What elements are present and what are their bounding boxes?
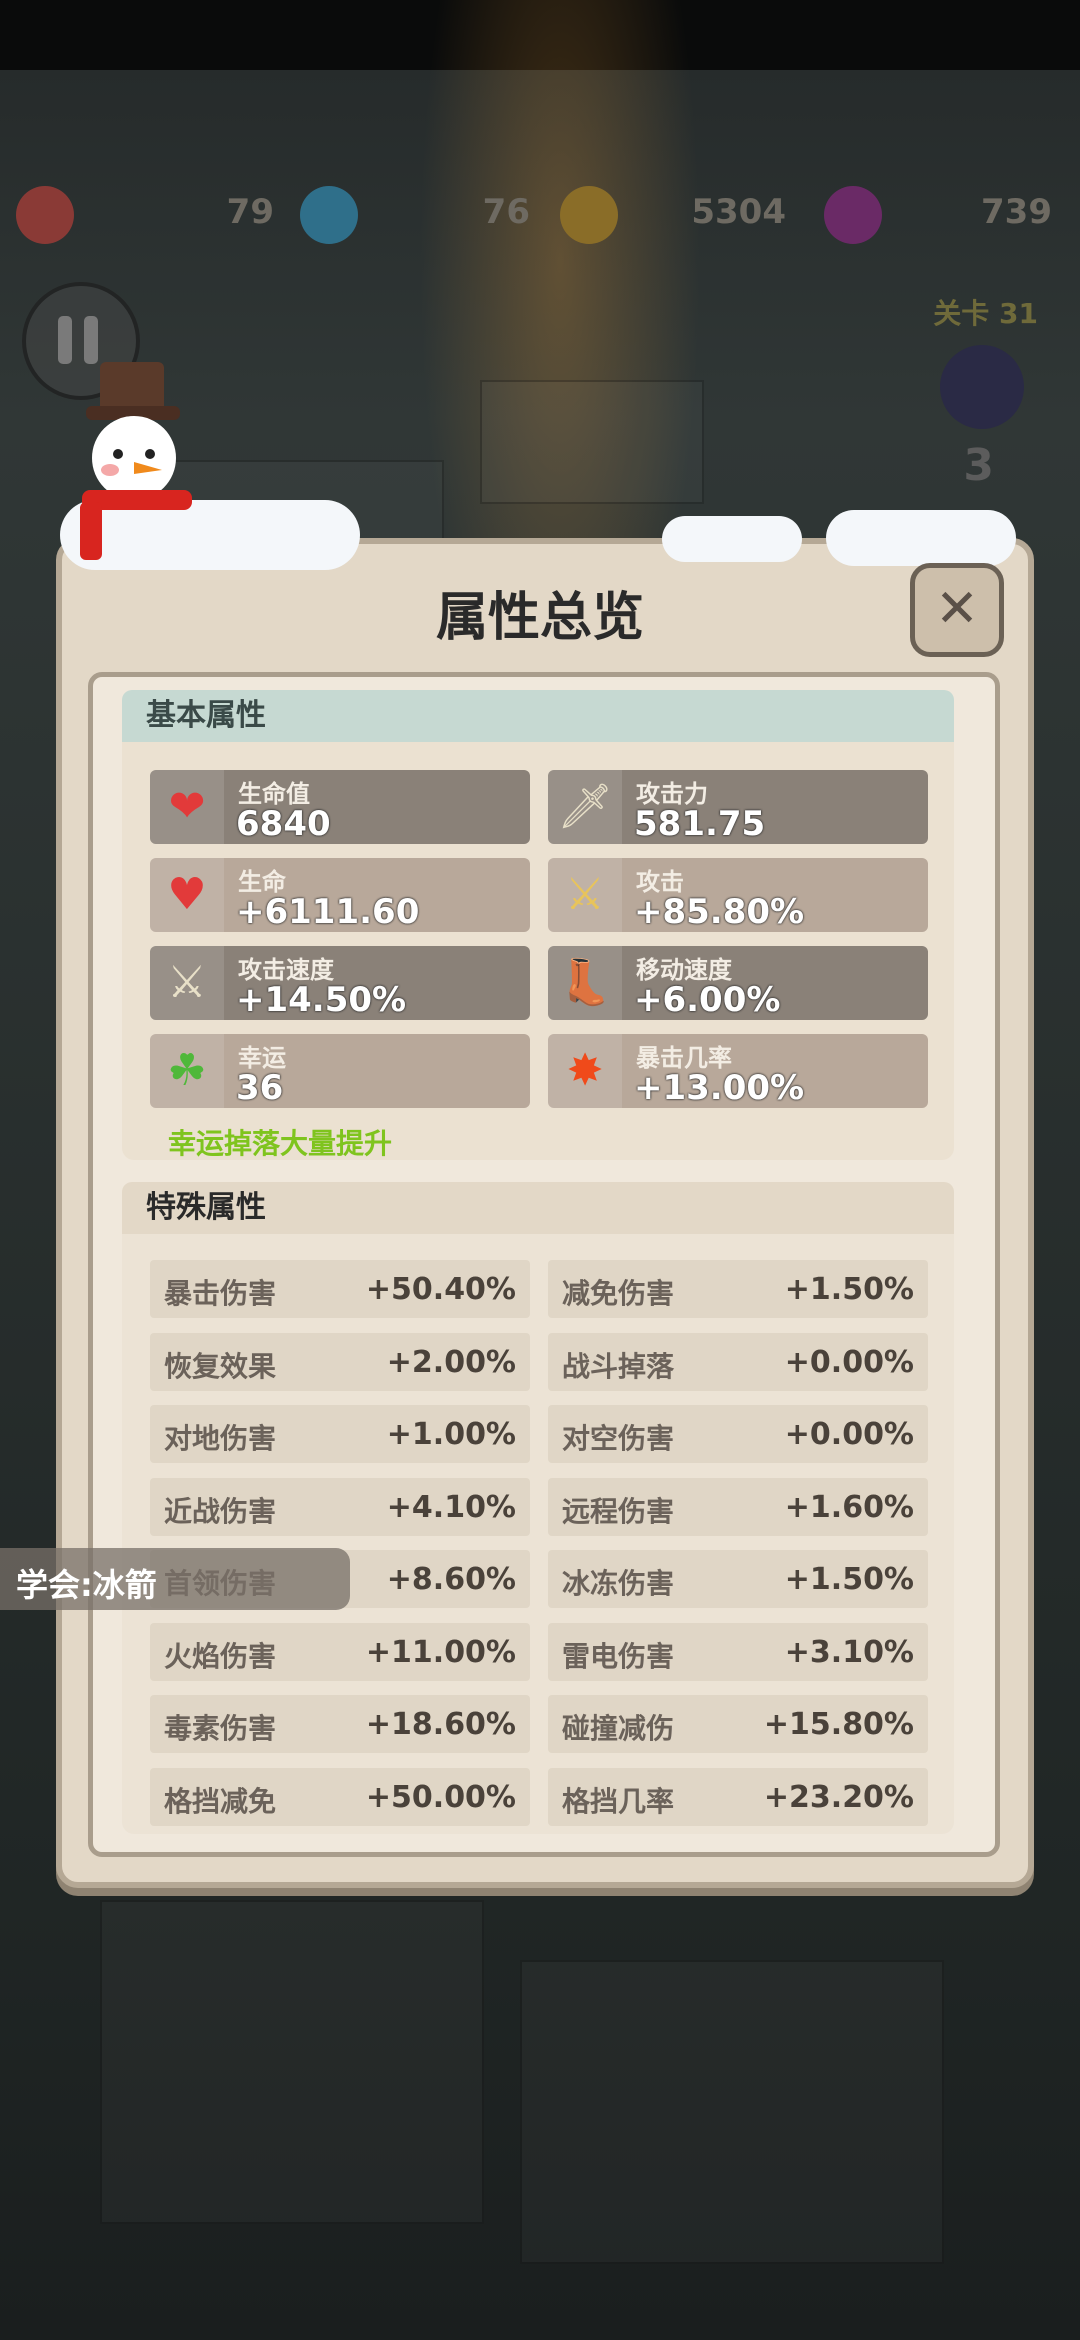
demon-icon — [940, 345, 1024, 429]
special-stat-value: +1.00% — [386, 1417, 516, 1452]
stage-label: 关卡 31 — [933, 297, 1038, 330]
special-stat-row: 减免伤害 +1.50% — [548, 1260, 928, 1318]
special-stat-value: +0.00% — [784, 1417, 914, 1452]
special-stat-name: 冰冻伤害 — [562, 1567, 675, 1600]
special-stat-value: +50.40% — [365, 1272, 516, 1307]
basic-stat: ✸ 暴击几率 +13.00% — [548, 1034, 928, 1108]
gold-coin-count: 5304 — [691, 192, 786, 232]
basic-stat: 👢 移动速度 +6.00% — [548, 946, 928, 1020]
special-stat-row: 雷电伤害 +3.10% — [548, 1622, 928, 1681]
hud-red-gem: 79 — [16, 180, 286, 250]
sword-icon: 🗡 — [548, 770, 622, 844]
basic-stat-value: +85.80% — [634, 892, 805, 932]
basic-stat-value: 36 — [236, 1068, 284, 1108]
basic-stat: ⚔ 攻击 +85.80% — [548, 858, 928, 932]
hud-purple-crystal: 739 — [820, 180, 1070, 250]
basic-attributes-header: 基本属性 — [122, 690, 954, 742]
sword-gold-icon: ⚔ — [548, 858, 622, 932]
special-stat-name: 战斗掉落 — [562, 1349, 675, 1383]
special-stat-row: 对空伤害 +0.00% — [548, 1405, 928, 1463]
special-stat-name: 格挡减免 — [164, 1784, 277, 1818]
special-stat-value: +1.50% — [784, 1272, 914, 1307]
special-stat-name: 减免伤害 — [562, 1277, 675, 1310]
basic-stat-value: +13.00% — [634, 1068, 805, 1108]
basic-stat-value: 6840 — [236, 804, 331, 844]
special-stat-row: 暴击伤害 +50.40% — [150, 1260, 530, 1318]
special-stat-name: 对空伤害 — [562, 1422, 675, 1455]
special-stat-name: 雷电伤害 — [562, 1639, 675, 1673]
special-stat-value: +50.00% — [365, 1779, 516, 1815]
special-stat-name: 格挡几率 — [562, 1784, 675, 1818]
basic-stat: ⚔ 攻击速度 +14.50% — [150, 946, 530, 1020]
special-stat-value: +4.10% — [386, 1489, 516, 1525]
purple-crystal-count: 739 — [981, 192, 1052, 232]
special-stat-value: +0.00% — [784, 1344, 914, 1380]
purple-crystal-icon — [824, 186, 882, 244]
special-stat-row: 近战伤害 +4.10% — [150, 1477, 530, 1536]
basic-stat-value: +14.50% — [236, 980, 407, 1020]
basic-stat: ☘ 幸运 36 — [150, 1034, 530, 1108]
pause-icon — [84, 316, 98, 364]
special-stat-value: +1.60% — [784, 1489, 914, 1525]
winged-sword-icon: ⚔ — [150, 946, 224, 1020]
snowman-icon — [80, 362, 192, 560]
special-stat-value: +15.80% — [763, 1707, 914, 1742]
special-stat-value: +1.50% — [784, 1562, 914, 1597]
special-stat-row: 恢复效果 +2.00% — [150, 1332, 530, 1391]
hud-gold-coin: 5304 — [556, 180, 806, 250]
toast-text: 学会:冰箭 — [16, 1566, 157, 1604]
basic-stat: ♥ 生命 +6111.60 — [150, 858, 530, 932]
heart-icon: ❤ — [150, 770, 224, 844]
snow-cap — [662, 516, 802, 562]
basic-stat-value: +6111.60 — [236, 892, 420, 932]
special-stat-row: 冰冻伤害 +1.50% — [548, 1550, 928, 1608]
special-attributes-header: 特殊属性 — [122, 1182, 954, 1234]
blue-orb-count: 76 — [482, 192, 530, 232]
special-stat-row: 火焰伤害 +11.00% — [150, 1622, 530, 1681]
special-stat-row: 对地伤害 +1.00% — [150, 1405, 530, 1463]
skill-learned-toast: 学会:冰箭 — [0, 1548, 350, 1610]
special-stat-row: 碰撞减伤 +15.80% — [548, 1695, 928, 1753]
special-stat-name: 毒素伤害 — [164, 1712, 277, 1745]
special-stat-row: 战斗掉落 +0.00% — [548, 1332, 928, 1391]
gold-coin-icon — [560, 186, 618, 244]
special-stat-value: +3.10% — [784, 1634, 914, 1670]
special-stat-name: 火焰伤害 — [164, 1639, 277, 1673]
clover-icon: ☘ — [150, 1034, 224, 1108]
red-gem-count: 79 — [226, 192, 274, 232]
special-stat-value: +11.00% — [365, 1634, 516, 1670]
snow-cap — [826, 510, 1016, 566]
special-stat-row: 远程伤害 +1.60% — [548, 1477, 928, 1536]
basic-stat: 🗡 攻击力 581.75 — [548, 770, 928, 844]
special-stat-row: 毒素伤害 +18.60% — [150, 1695, 530, 1753]
special-stat-name: 恢复效果 — [164, 1349, 277, 1383]
background-tile — [100, 1900, 484, 2224]
special-stat-name: 远程伤害 — [562, 1494, 675, 1528]
winged-boot-icon: 👢 — [548, 946, 622, 1020]
special-stat-name: 暴击伤害 — [164, 1277, 277, 1310]
special-stat-value: +8.60% — [386, 1562, 516, 1597]
red-gem-icon — [16, 186, 74, 244]
hud-blue-orb: 76 — [296, 180, 546, 250]
close-button[interactable]: ✕ — [910, 563, 1004, 657]
background-tile — [520, 1960, 944, 2264]
special-stat-name: 近战伤害 — [164, 1494, 277, 1528]
luck-note: 幸运掉落大量提升 — [168, 1127, 393, 1160]
explosion-icon: ✸ — [548, 1034, 622, 1108]
basic-stat: ❤ 生命值 6840 — [150, 770, 530, 844]
special-stat-row: 格挡几率 +23.20% — [548, 1767, 928, 1826]
basic-stat-value: 581.75 — [634, 804, 766, 844]
heart-up-icon: ♥ — [150, 858, 224, 932]
enemy-count: 3 — [963, 440, 994, 491]
pause-icon — [58, 316, 72, 364]
basic-stat-value: +6.00% — [634, 980, 781, 1020]
blue-orb-icon — [300, 186, 358, 244]
special-stat-name: 碰撞减伤 — [562, 1712, 675, 1745]
special-stat-value: +18.60% — [365, 1707, 516, 1742]
special-stat-row: 格挡减免 +50.00% — [150, 1767, 530, 1826]
special-stat-name: 对地伤害 — [164, 1422, 277, 1455]
background-tile — [480, 380, 704, 504]
special-stat-value: +2.00% — [386, 1344, 516, 1380]
special-stat-value: +23.20% — [763, 1779, 914, 1815]
